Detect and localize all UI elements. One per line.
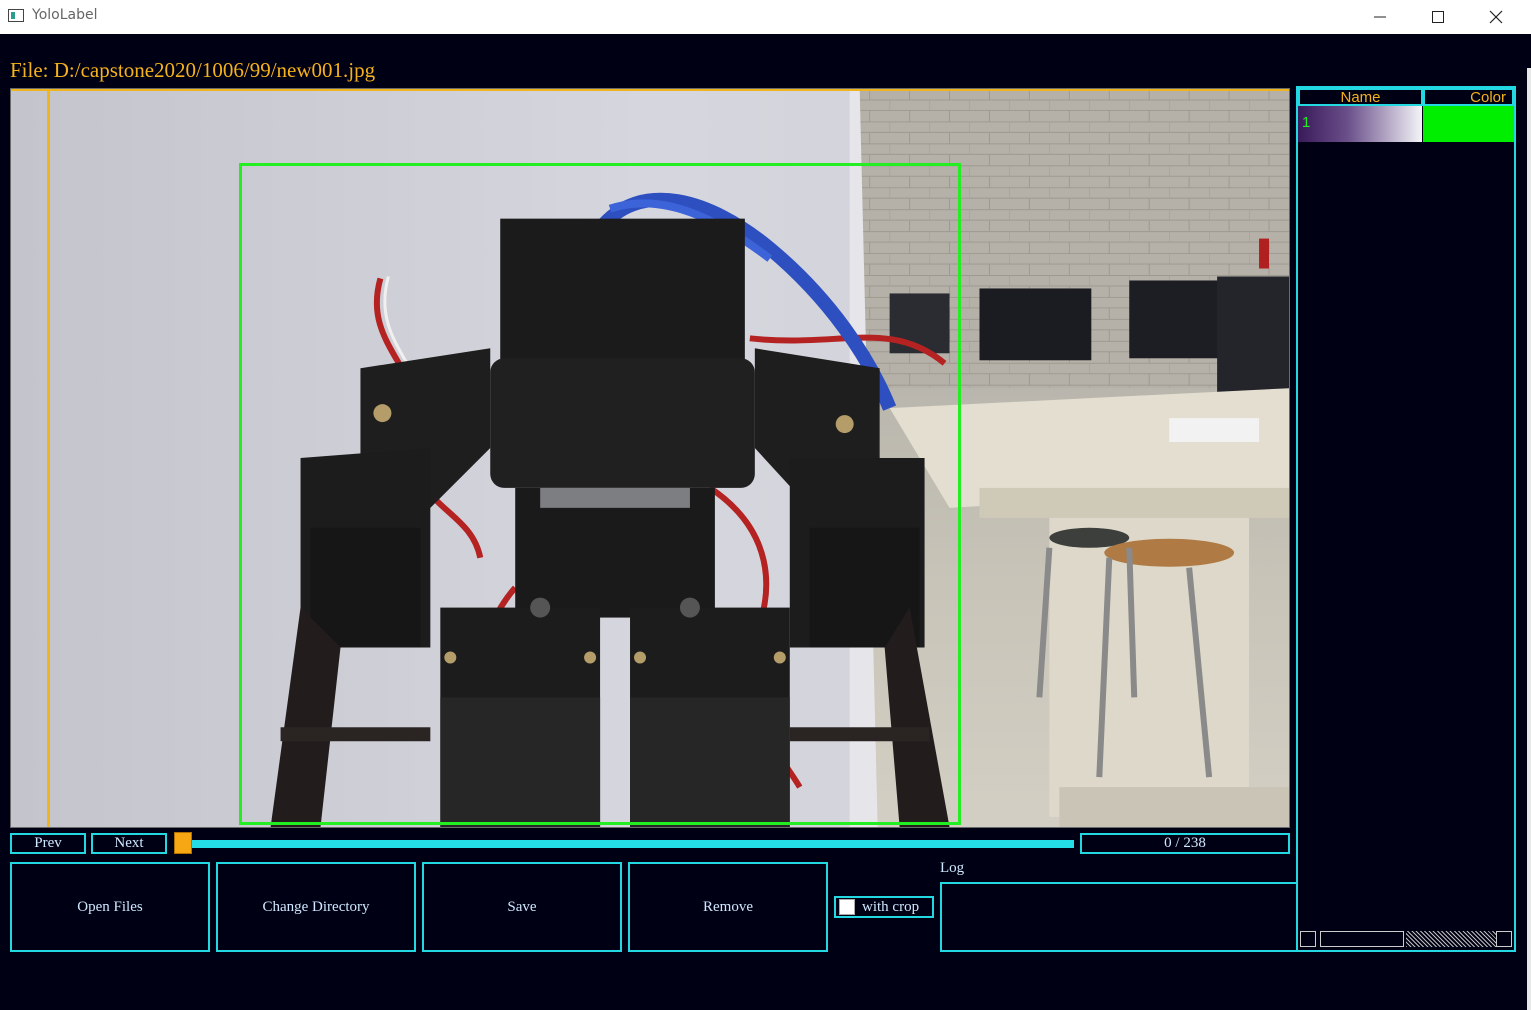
with-crop-label: with crop (862, 898, 920, 915)
image-slider-track[interactable] (174, 840, 1074, 848)
image-canvas[interactable] (10, 88, 1290, 828)
log-textbox[interactable] (940, 882, 1298, 952)
log-label: Log (940, 860, 965, 876)
column-header-name[interactable]: Name (1298, 88, 1423, 106)
next-button[interactable]: Next (91, 833, 167, 854)
maximize-button[interactable] (1409, 0, 1467, 34)
open-files-button[interactable]: Open Files (10, 862, 210, 952)
close-icon (1489, 10, 1503, 24)
guide-line-horizontal (11, 89, 1289, 91)
class-row-color-swatch[interactable] (1423, 106, 1514, 142)
window-titlebar: YoloLabel (0, 0, 1531, 34)
close-button[interactable] (1467, 0, 1525, 34)
with-crop-checkbox[interactable]: with crop (834, 896, 934, 918)
minimize-icon (1374, 16, 1386, 18)
image-slider-handle[interactable] (174, 832, 192, 854)
file-path-label: File: D:/capstone2020/1006/99/new001.jpg (10, 58, 376, 82)
prev-button[interactable]: Prev (10, 833, 86, 854)
app-icon (8, 9, 24, 22)
class-row-name[interactable]: 1 (1298, 106, 1422, 142)
save-button[interactable]: Save (422, 862, 622, 952)
bounding-box[interactable] (239, 163, 961, 825)
remove-button[interactable]: Remove (628, 862, 828, 952)
change-directory-button[interactable]: Change Directory (216, 862, 416, 952)
class-table[interactable]: Name Color 1 (1296, 86, 1516, 952)
guide-line-vertical (47, 89, 50, 827)
scrollbar-thumb[interactable] (1320, 931, 1404, 947)
horizontal-scrollbar[interactable] (1298, 930, 1515, 950)
scroll-left-button[interactable] (1300, 931, 1316, 947)
scroll-right-button[interactable] (1496, 931, 1512, 947)
main-window: File: D:/capstone2020/1006/99/new001.jpg (0, 34, 1531, 1010)
maximize-icon (1432, 11, 1444, 23)
minimize-button[interactable] (1351, 0, 1409, 34)
checkbox-box[interactable] (839, 899, 855, 915)
image-counter: 0 / 238 (1080, 833, 1290, 854)
window-title: YoloLabel (32, 7, 98, 23)
scrollbar-track[interactable] (1406, 931, 1496, 947)
column-header-color[interactable]: Color (1423, 88, 1514, 106)
window-edge (1527, 68, 1531, 1010)
